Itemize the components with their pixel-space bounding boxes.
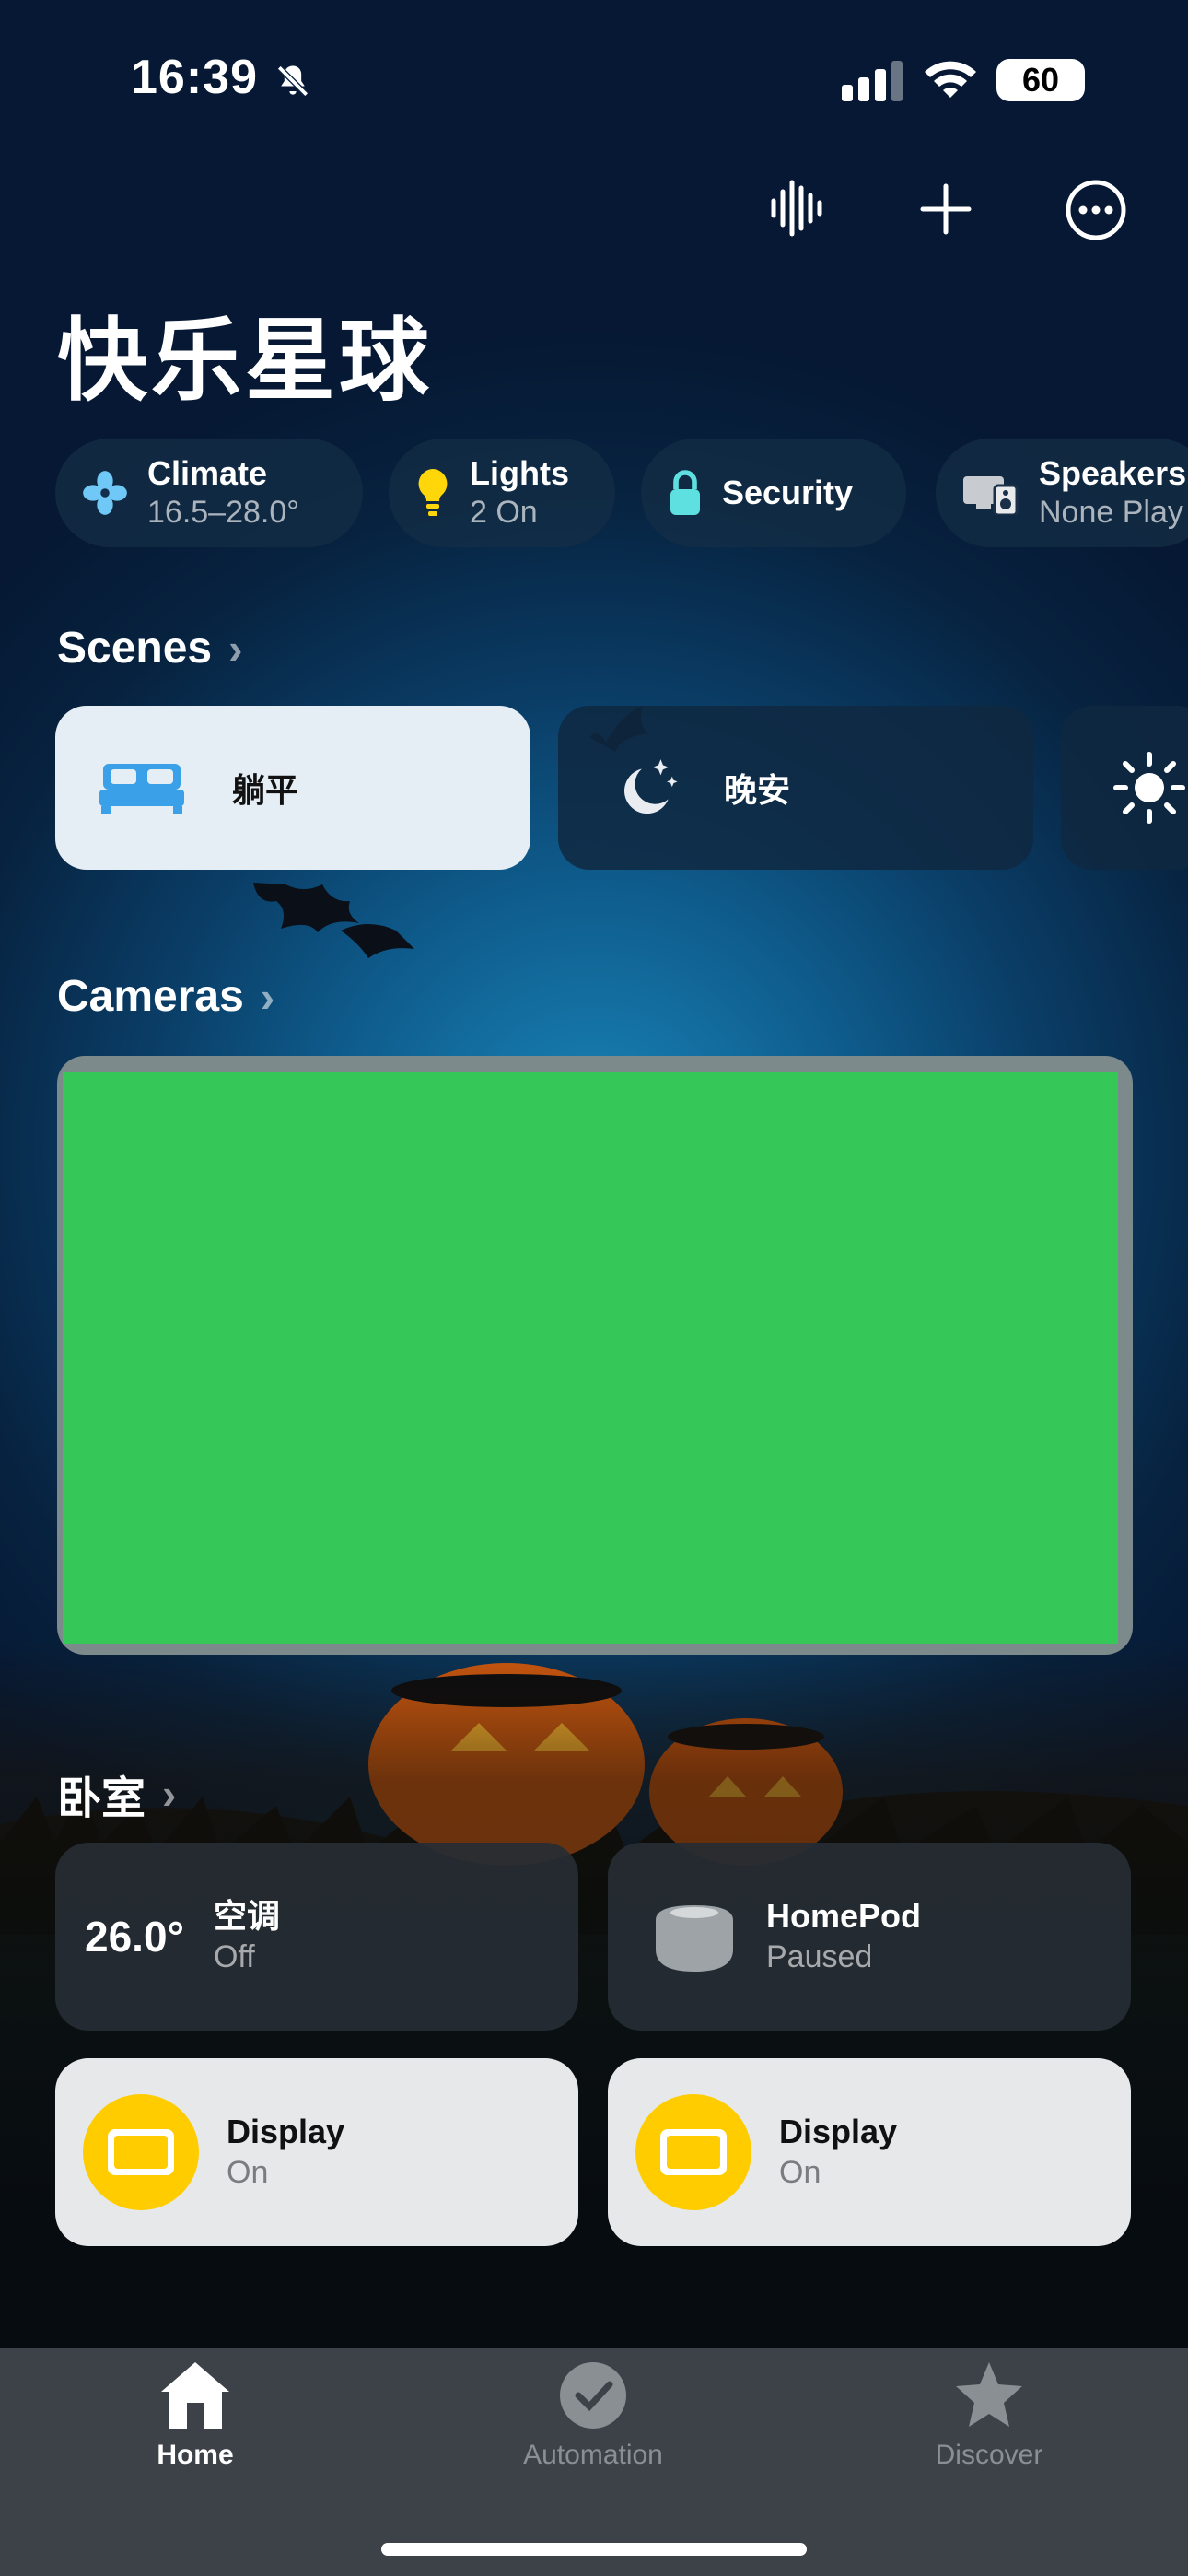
accessory-name: Display [227, 2113, 345, 2150]
accessory-name: 空调 [213, 1897, 280, 1935]
scene-tile-sun[interactable] [1061, 706, 1188, 870]
accessory-tile-homepod[interactable]: HomePod Paused [608, 1843, 1131, 2031]
lock-icon [670, 470, 700, 515]
accessory-tile-display-2[interactable]: Display On [608, 2058, 1131, 2246]
accessory-state: Paused [766, 1939, 873, 1974]
bell-slash-icon [277, 65, 309, 97]
status-time: 16:39 [131, 51, 258, 104]
moon-stars-icon [623, 759, 678, 814]
tab-label: Automation [523, 2440, 663, 2470]
tab-label: Discover [935, 2440, 1043, 2470]
room-header[interactable]: 卧室 › [57, 1762, 176, 1826]
category-label: Lights [470, 454, 569, 492]
battery-indicator: 60 [996, 59, 1085, 101]
star-icon [956, 2362, 1022, 2427]
category-lights[interactable]: Lights 2 On [389, 439, 615, 547]
tab-label: Home [157, 2440, 234, 2470]
clock-check-icon [560, 2362, 626, 2429]
home-indicator [381, 2543, 807, 2556]
homepod-icon [656, 1905, 733, 1972]
more-options-button[interactable] [1065, 179, 1127, 241]
scene-tile-wanan[interactable]: 晚安 [558, 706, 1033, 870]
sun-icon [1113, 752, 1185, 824]
tab-discover[interactable]: Discover [851, 2359, 1127, 2471]
fan-icon [83, 471, 127, 515]
camera-preview[interactable] [57, 1056, 1133, 1655]
add-button[interactable] [919, 182, 973, 236]
lightbulb-icon [418, 469, 448, 516]
chevron-right-icon: › [162, 1770, 177, 1818]
category-label: Security [722, 474, 854, 511]
section-title: 卧室 [57, 1774, 146, 1823]
section-title: Scenes [57, 624, 213, 673]
scene-label: 晚安 [724, 771, 791, 809]
category-label: Speakers [1039, 454, 1187, 492]
category-speakers[interactable]: Speakers None Play [936, 439, 1188, 547]
page-title: 快乐星球 [57, 310, 434, 411]
scene-tile-tangping[interactable]: 躺平 [55, 706, 530, 870]
accessory-state: Off [213, 1939, 255, 1974]
accessory-name: Display [779, 2113, 898, 2150]
chevron-right-icon: › [260, 972, 275, 1021]
cameras-header[interactable]: Cameras › [57, 971, 274, 1022]
wifi-icon [925, 61, 976, 98]
category-label: Climate [147, 454, 268, 492]
tab-home[interactable]: Home [57, 2359, 333, 2471]
scene-label: 躺平 [232, 771, 299, 809]
house-icon [161, 2362, 229, 2429]
temperature-reading: 26.0° [85, 1913, 184, 1961]
accessory-tile-display-1[interactable]: Display On [55, 2058, 578, 2246]
section-title: Cameras [57, 972, 244, 1021]
cellular-signal-icon [842, 61, 903, 101]
accessory-name: HomePod [766, 1897, 922, 1935]
category-value: 16.5–28.0° [147, 495, 299, 530]
battery-nub [1076, 72, 1083, 88]
bed-icon [99, 764, 184, 814]
category-value: 2 On [470, 495, 538, 530]
accessory-tile-aircon[interactable]: 26.0° 空调 Off [55, 1843, 578, 2031]
display-icon [635, 2094, 751, 2210]
category-climate[interactable]: Climate 16.5–28.0° [55, 439, 363, 547]
chevron-right-icon: › [228, 624, 243, 673]
tab-automation[interactable]: Automation [455, 2359, 731, 2471]
accessory-state: On [227, 2155, 269, 2190]
display-icon [83, 2094, 199, 2210]
accessory-state: On [779, 2155, 821, 2190]
voice-waveform-icon[interactable] [770, 179, 825, 238]
category-value: None Play [1039, 495, 1183, 530]
camera-feed [63, 1072, 1118, 1644]
speakers-icon [963, 476, 1019, 515]
scenes-header[interactable]: Scenes › [57, 623, 242, 673]
category-security[interactable]: Security [641, 439, 906, 547]
